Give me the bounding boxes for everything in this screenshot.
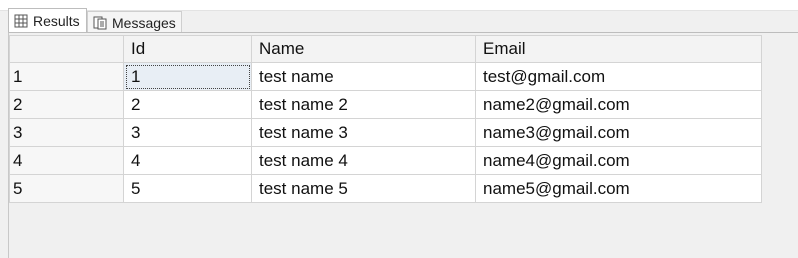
messages-icon: [93, 16, 107, 30]
cell-email[interactable]: name2@gmail.com: [475, 90, 762, 119]
cell-id[interactable]: 3: [123, 118, 252, 147]
grid-icon: [14, 14, 28, 28]
results-grid: Id Name Email 1 1 test name test@gmail.c…: [9, 35, 762, 203]
row-number[interactable]: 4: [9, 146, 124, 175]
cell-id[interactable]: 2: [123, 90, 252, 119]
row-number[interactable]: 1: [9, 62, 124, 91]
cell-email[interactable]: test@gmail.com: [475, 62, 762, 91]
cell-id[interactable]: 4: [123, 146, 252, 175]
tab-results-label: Results: [33, 13, 80, 29]
table-row[interactable]: 4 4 test name 4 name4@gmail.com: [9, 146, 762, 175]
row-number[interactable]: 5: [9, 174, 124, 203]
column-header-id[interactable]: Id: [123, 35, 252, 63]
cell-email[interactable]: name5@gmail.com: [475, 174, 762, 203]
tab-results[interactable]: Results: [8, 8, 87, 33]
cell-email[interactable]: name4@gmail.com: [475, 146, 762, 175]
cell-id[interactable]: 1: [123, 62, 252, 91]
header-row: Id Name Email: [9, 35, 762, 63]
cell-name[interactable]: test name 5: [251, 174, 476, 203]
cell-email[interactable]: name3@gmail.com: [475, 118, 762, 147]
tab-messages-label: Messages: [112, 14, 176, 31]
table-row[interactable]: 3 3 test name 3 name3@gmail.com: [9, 118, 762, 147]
table-row[interactable]: 5 5 test name 5 name5@gmail.com: [9, 174, 762, 203]
cell-name[interactable]: test name 3: [251, 118, 476, 147]
results-tab-bar: Results Messages: [0, 8, 798, 33]
column-header-email[interactable]: Email: [475, 35, 762, 63]
tab-messages[interactable]: Messages: [87, 11, 182, 33]
cell-name[interactable]: test name 4: [251, 146, 476, 175]
row-number-header[interactable]: [9, 35, 124, 63]
cell-id[interactable]: 5: [123, 174, 252, 203]
column-header-name[interactable]: Name: [251, 35, 476, 63]
row-number[interactable]: 3: [9, 118, 124, 147]
table-row[interactable]: 1 1 test name test@gmail.com: [9, 62, 762, 91]
row-number[interactable]: 2: [9, 90, 124, 119]
table-row[interactable]: 2 2 test name 2 name2@gmail.com: [9, 90, 762, 119]
cell-name[interactable]: test name 2: [251, 90, 476, 119]
cell-name[interactable]: test name: [251, 62, 476, 91]
